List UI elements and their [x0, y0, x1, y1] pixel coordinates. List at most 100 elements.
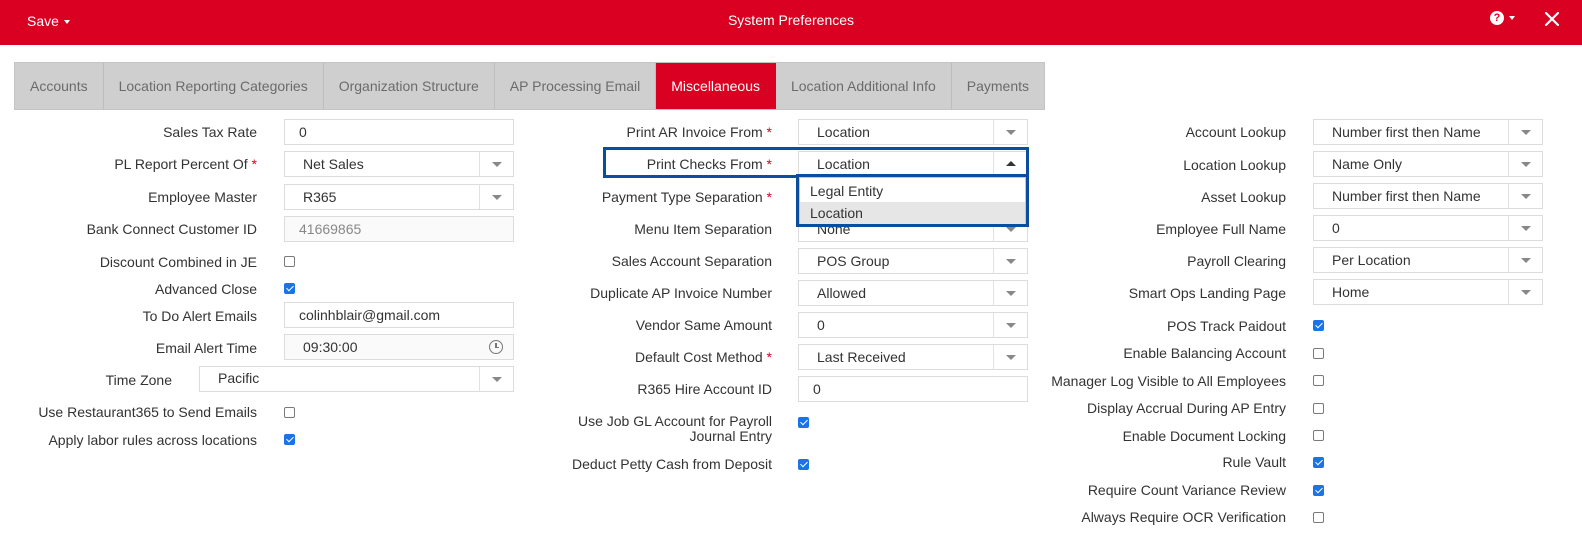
display-accrual-checkbox[interactable]	[1313, 403, 1324, 414]
deduct-petty-cash-checkbox[interactable]	[798, 459, 809, 470]
chevron-down-icon[interactable]	[993, 249, 1027, 273]
employee-master-select[interactable]: R365	[284, 184, 514, 210]
tab-miscellaneous[interactable]: Miscellaneous	[656, 63, 776, 109]
employee-full-name-select[interactable]: 0	[1313, 215, 1543, 241]
page-title: System Preferences	[727, 12, 855, 28]
apply-labor-rules-checkbox[interactable]	[284, 434, 295, 445]
chevron-down-icon[interactable]	[1508, 280, 1542, 304]
account-lookup-select[interactable]: Number first then Name	[1313, 119, 1543, 145]
pos-track-paidout-checkbox[interactable]	[1313, 320, 1324, 331]
duplicate-ap-invoice-number-select[interactable]: Allowed	[798, 280, 1028, 306]
chevron-down-icon[interactable]	[993, 281, 1027, 305]
tab-accounts[interactable]: Accounts	[15, 63, 104, 109]
smart-ops-landing-page-value: Home	[1332, 284, 1370, 300]
use-r365-send-emails-checkbox[interactable]	[284, 407, 295, 418]
always-require-ocr-checkbox[interactable]	[1313, 512, 1324, 523]
require-count-variance-review-checkbox[interactable]	[1313, 485, 1324, 496]
duplicate-ap-invoice-number-value: Allowed	[817, 285, 867, 301]
print-ar-invoice-from-select[interactable]: Location	[798, 119, 1028, 145]
payroll-clearing-select[interactable]: Per Location	[1313, 247, 1543, 273]
vendor-same-amount-value: 0	[817, 317, 825, 333]
chevron-down-icon[interactable]	[993, 345, 1027, 369]
sales-account-separation-select[interactable]: POS Group	[798, 248, 1028, 274]
chevron-down-icon[interactable]	[1508, 152, 1542, 176]
pl-report-percent-of-text: PL Report Percent Of	[114, 156, 248, 172]
duplicate-ap-invoice-number-label: Duplicate AP Invoice Number	[590, 285, 772, 301]
location-lookup-value: Name Only	[1332, 156, 1403, 172]
smart-ops-landing-page-select[interactable]: Home	[1313, 279, 1543, 305]
bank-connect-customer-id-input: 41669865	[284, 216, 514, 242]
time-zone-select[interactable]: Pacific	[199, 366, 514, 392]
print-ar-invoice-from-text: Print AR Invoice From	[626, 124, 763, 140]
manager-log-visible-checkbox[interactable]	[1313, 375, 1324, 386]
print-ar-invoice-from-label: Print AR Invoice From *	[627, 124, 773, 140]
chevron-down-icon[interactable]	[1508, 216, 1542, 240]
tab-payments[interactable]: Payments	[952, 63, 1044, 109]
chevron-down-icon	[63, 20, 70, 25]
enable-balancing-account-checkbox[interactable]	[1313, 348, 1324, 359]
sales-tax-rate-value: 0	[299, 124, 307, 140]
employee-master-label: Employee Master	[148, 189, 257, 205]
employee-master-value: R365	[303, 189, 337, 205]
r365-hire-account-id-input[interactable]: 0	[798, 376, 1028, 402]
tab-location-additional-info[interactable]: Location Additional Info	[776, 63, 952, 109]
always-require-ocr-label: Always Require OCR Verification	[1081, 509, 1286, 525]
use-job-gl-account-checkbox[interactable]	[798, 417, 809, 428]
use-r365-send-emails-label: Use Restaurant365 to Send Emails	[38, 404, 257, 420]
required-marker: *	[766, 124, 772, 140]
payroll-clearing-label: Payroll Clearing	[1187, 253, 1286, 269]
required-marker: *	[251, 156, 257, 172]
payment-type-separation-text: Payment Type Separation	[601, 189, 763, 205]
default-cost-method-select[interactable]: Last Received	[798, 344, 1028, 370]
apply-labor-rules-label: Apply labor rules across locations	[48, 432, 257, 448]
account-lookup-value: Number first then Name	[1332, 124, 1481, 140]
sales-tax-rate-label: Sales Tax Rate	[163, 124, 257, 140]
question-circle-icon: ?	[1490, 11, 1504, 25]
sales-tax-rate-input[interactable]: 0	[284, 119, 514, 145]
chevron-down-icon[interactable]	[1508, 248, 1542, 272]
vendor-same-amount-select[interactable]: 0	[798, 312, 1028, 338]
time-zone-label: Time Zone	[105, 372, 172, 388]
discount-combined-in-je-checkbox[interactable]	[284, 256, 295, 267]
use-job-gl-account-label: Use Job GL Account for Payroll Journal E…	[578, 414, 772, 444]
location-lookup-select[interactable]: Name Only	[1313, 151, 1543, 177]
email-alert-time-input[interactable]: 09:30:00	[284, 334, 514, 360]
dropdown-option-legal-entity[interactable]: Legal Entity	[800, 180, 1025, 202]
dropdown-option-location[interactable]: Location	[800, 202, 1025, 224]
asset-lookup-select[interactable]: Number first then Name	[1313, 183, 1543, 209]
chevron-down-icon[interactable]	[993, 313, 1027, 337]
chevron-down-icon[interactable]	[1508, 184, 1542, 208]
employee-full-name-label: Employee Full Name	[1156, 221, 1286, 237]
advanced-close-checkbox[interactable]	[284, 283, 295, 294]
pl-report-percent-of-select[interactable]: Net Sales	[284, 151, 514, 177]
sales-account-separation-label: Sales Account Separation	[611, 253, 772, 269]
pos-track-paidout-label: POS Track Paidout	[1166, 318, 1286, 334]
enable-balancing-account-label: Enable Balancing Account	[1123, 345, 1286, 361]
required-marker: *	[766, 189, 772, 205]
close-icon[interactable]	[1543, 10, 1561, 28]
save-menu-button[interactable]: Save	[27, 13, 70, 29]
tab-organization-structure[interactable]: Organization Structure	[324, 63, 495, 109]
chevron-down-icon[interactable]	[479, 367, 513, 391]
location-lookup-label: Location Lookup	[1183, 157, 1286, 173]
save-label: Save	[27, 13, 59, 29]
chevron-down-icon[interactable]	[479, 185, 513, 209]
chevron-down-icon[interactable]	[1508, 120, 1542, 144]
smart-ops-landing-page-label: Smart Ops Landing Page	[1128, 285, 1286, 301]
tab-location-reporting-categories[interactable]: Location Reporting Categories	[104, 63, 324, 109]
to-do-alert-emails-input[interactable]: colinhblair@gmail.com	[284, 302, 514, 328]
clock-icon[interactable]	[489, 340, 503, 354]
tab-bar: Accounts Location Reporting Categories O…	[14, 62, 1046, 110]
help-menu-button[interactable]: ?	[1490, 11, 1515, 25]
rule-vault-label: Rule Vault	[1222, 454, 1286, 470]
tab-ap-processing-email[interactable]: AP Processing Email	[495, 63, 657, 109]
manager-log-visible-label: Manager Log Visible to All Employees	[1051, 373, 1286, 389]
rule-vault-checkbox[interactable]	[1313, 457, 1324, 468]
to-do-alert-emails-label: To Do Alert Emails	[142, 308, 257, 324]
chevron-down-icon[interactable]	[479, 152, 513, 176]
enable-document-locking-checkbox[interactable]	[1313, 430, 1324, 441]
email-alert-time-label: Email Alert Time	[155, 340, 257, 356]
chevron-down-icon[interactable]	[993, 120, 1027, 144]
use-job-gl-account-label-line1: Use Job GL Account for Payroll	[577, 413, 772, 429]
bank-connect-customer-id-label: Bank Connect Customer ID	[86, 221, 257, 237]
